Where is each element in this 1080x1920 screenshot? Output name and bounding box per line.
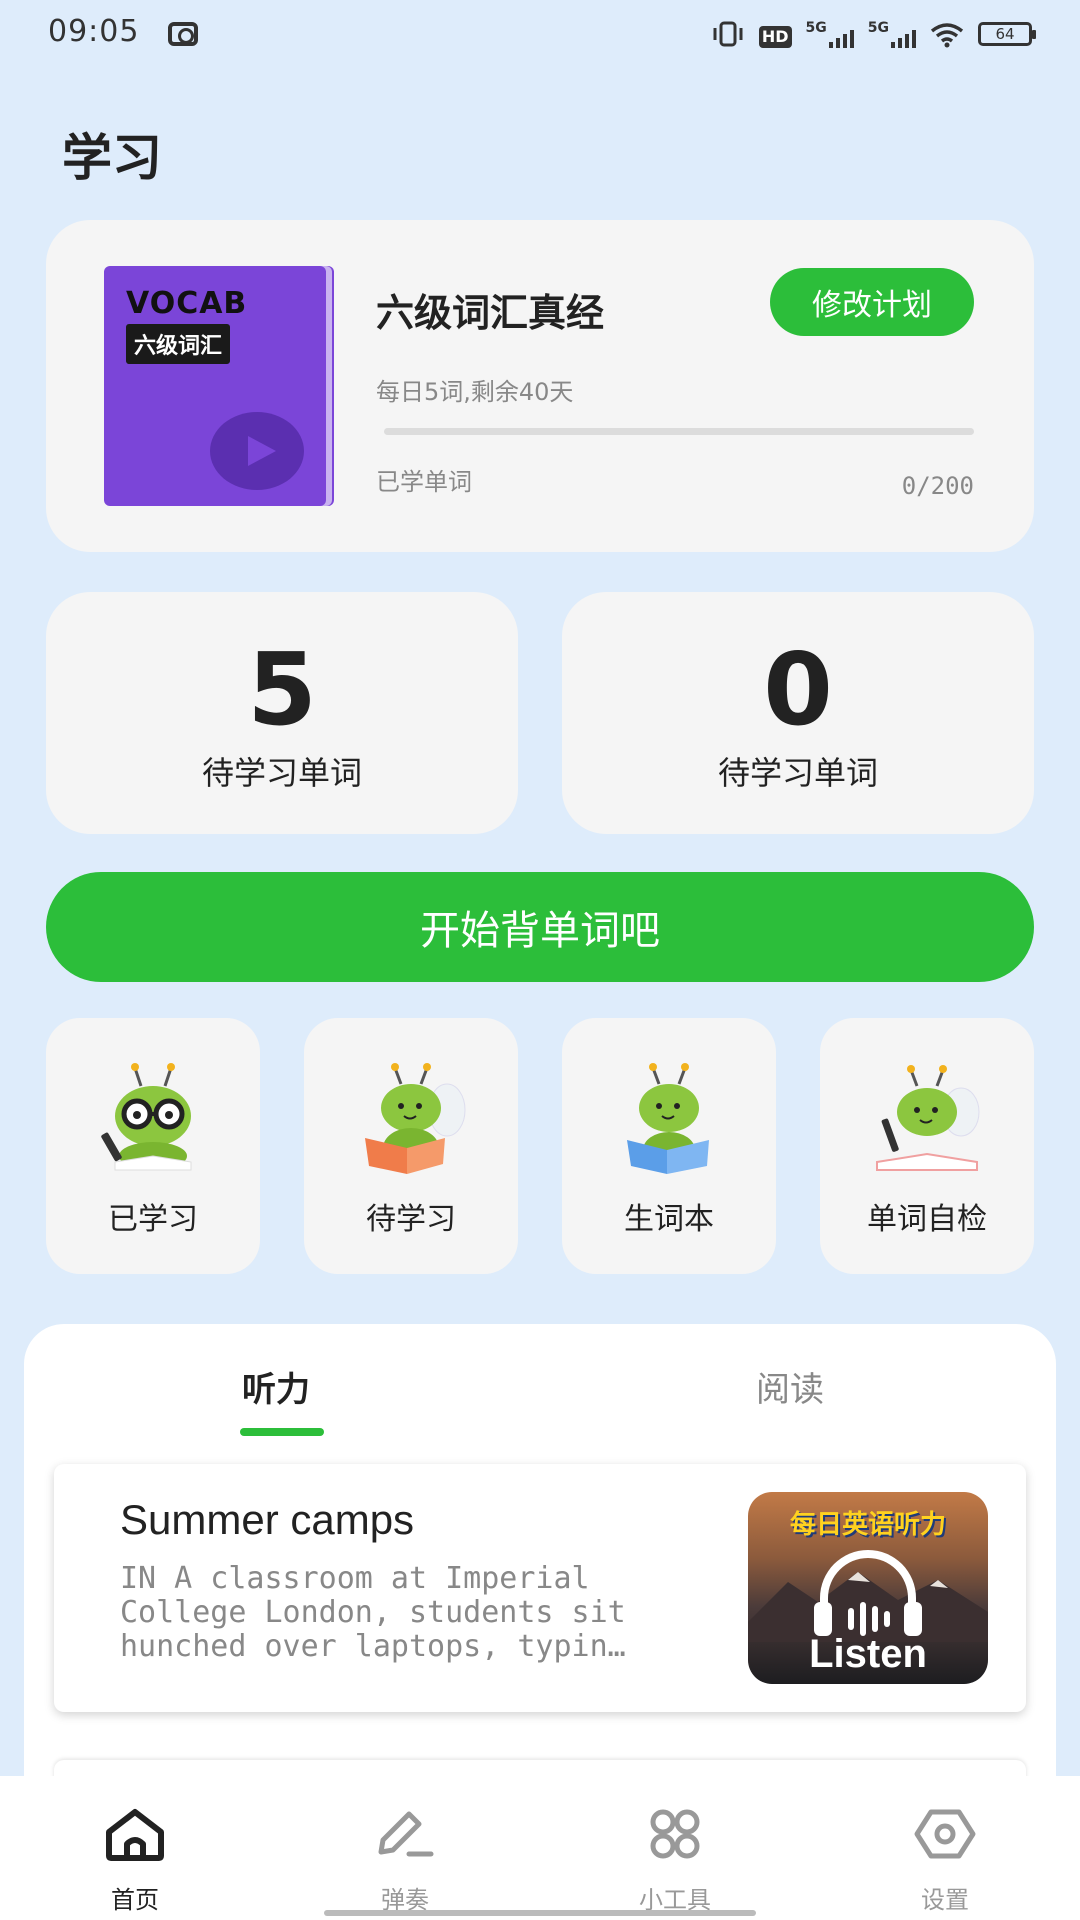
- stat-label: 待学习单词: [201, 754, 362, 792]
- status-bar: 09:05 HD 5G 5G 64: [0, 0, 1080, 70]
- stat-label: 待学习单词: [717, 754, 878, 792]
- headphones-left-cup: [814, 1602, 832, 1636]
- article-title: Summer camps: [120, 1496, 415, 1543]
- wifi-icon: [930, 20, 964, 48]
- tile-label: 单词自检: [867, 1202, 987, 1237]
- battery-icon: 64: [978, 22, 1036, 46]
- screen-cast-icon: [168, 22, 198, 46]
- book-cover-subtitle: 六级词汇: [126, 324, 231, 364]
- stat-value: 5: [247, 631, 317, 748]
- pen-icon: [378, 1811, 434, 1857]
- tab-reading[interactable]: 阅读: [756, 1362, 824, 1411]
- stat-card-second[interactable]: 0 待学习单词: [562, 592, 1034, 834]
- book-cover-title: VOCAB: [126, 286, 248, 321]
- vibrate-icon: [711, 20, 745, 48]
- edit-plan-button[interactable]: 修改计划: [770, 268, 974, 336]
- nav-play[interactable]: 弹奏: [270, 1776, 540, 1920]
- home-indicator[interactable]: [324, 1910, 756, 1916]
- hd-label: HD: [758, 26, 792, 48]
- nav-label: 设置: [921, 1886, 969, 1914]
- learned-words-label: 已学单词: [376, 468, 472, 496]
- thumbnail-title: 每日英语听力: [789, 1510, 946, 1540]
- bee-glasses-icon: [101, 1063, 192, 1171]
- hexagon-settings-icon: [914, 1809, 976, 1859]
- active-tab-indicator: [240, 1428, 324, 1436]
- signal-icon-1: 5G: [806, 20, 854, 48]
- plan-book-name: 六级词汇真经: [376, 291, 605, 335]
- nav-settings[interactable]: 设置: [810, 1776, 1080, 1920]
- grid-icon: [650, 1809, 700, 1859]
- stat-value: 0: [763, 631, 833, 748]
- sound-wave-bar: [860, 1602, 866, 1636]
- status-time: 09:05: [48, 14, 140, 49]
- article-thumbnail: 每日英语听力 Listen: [748, 1492, 988, 1684]
- article-card[interactable]: Summer camps IN A classroom at Imperial …: [54, 1464, 1026, 1712]
- sound-wave-bar: [872, 1606, 878, 1632]
- headphones-icon: [820, 1550, 916, 1622]
- signal-icon-2: 5G: [868, 20, 916, 48]
- home-icon: [106, 1809, 164, 1861]
- thumbnail-caption: Listen: [809, 1632, 927, 1676]
- study-plan-card[interactable]: VOCAB 六级词汇 六级词汇真经 修改计划 每日5词,剩余40天 已学单词 0…: [46, 220, 1034, 552]
- stat-card-pending[interactable]: 5 待学习单词: [46, 592, 518, 834]
- bottom-navigation: 首页 弹奏 小工具 设置: [0, 1776, 1080, 1920]
- bee-writing-icon: [876, 1065, 980, 1171]
- book-cover[interactable]: VOCAB 六级词汇: [104, 266, 326, 506]
- tile-label: 生词本: [624, 1202, 714, 1237]
- network-label-1: 5G: [805, 20, 827, 36]
- tile-to-learn[interactable]: 待学习: [304, 1018, 518, 1274]
- nav-home[interactable]: 首页: [0, 1776, 270, 1920]
- status-icons: HD 5G 5G 64: [711, 20, 1036, 48]
- network-label-2: 5G: [867, 20, 889, 36]
- tile-vocabulary-book[interactable]: 生词本: [562, 1018, 776, 1274]
- hd-icon: HD: [758, 20, 792, 48]
- page-title: 学习: [62, 129, 162, 187]
- tile-self-check[interactable]: 单词自检: [820, 1018, 1034, 1274]
- tile-learned[interactable]: 已学习: [46, 1018, 260, 1274]
- sound-wave-bar: [884, 1611, 890, 1627]
- bee-reading-icon: [365, 1063, 466, 1174]
- sound-wave-bar: [848, 1608, 854, 1630]
- start-memorize-button[interactable]: 开始背单词吧: [46, 872, 1034, 982]
- tile-label: 待学习: [366, 1202, 456, 1237]
- bee-book-icon: [627, 1063, 709, 1174]
- tile-label: 已学习: [108, 1202, 198, 1237]
- headphones-right-cup: [904, 1602, 922, 1636]
- nav-tools[interactable]: 小工具: [540, 1776, 810, 1920]
- learned-words-count: 0/200: [901, 472, 974, 500]
- tab-listening[interactable]: 听力: [242, 1362, 310, 1411]
- article-excerpt: IN A classroom at Imperial College Londo…: [120, 1562, 626, 1664]
- plan-daily-text: 每日5词,剩余40天: [376, 378, 574, 406]
- play-icon: [210, 412, 304, 490]
- learning-progress-bar: [384, 428, 974, 435]
- nav-label: 首页: [111, 1886, 159, 1914]
